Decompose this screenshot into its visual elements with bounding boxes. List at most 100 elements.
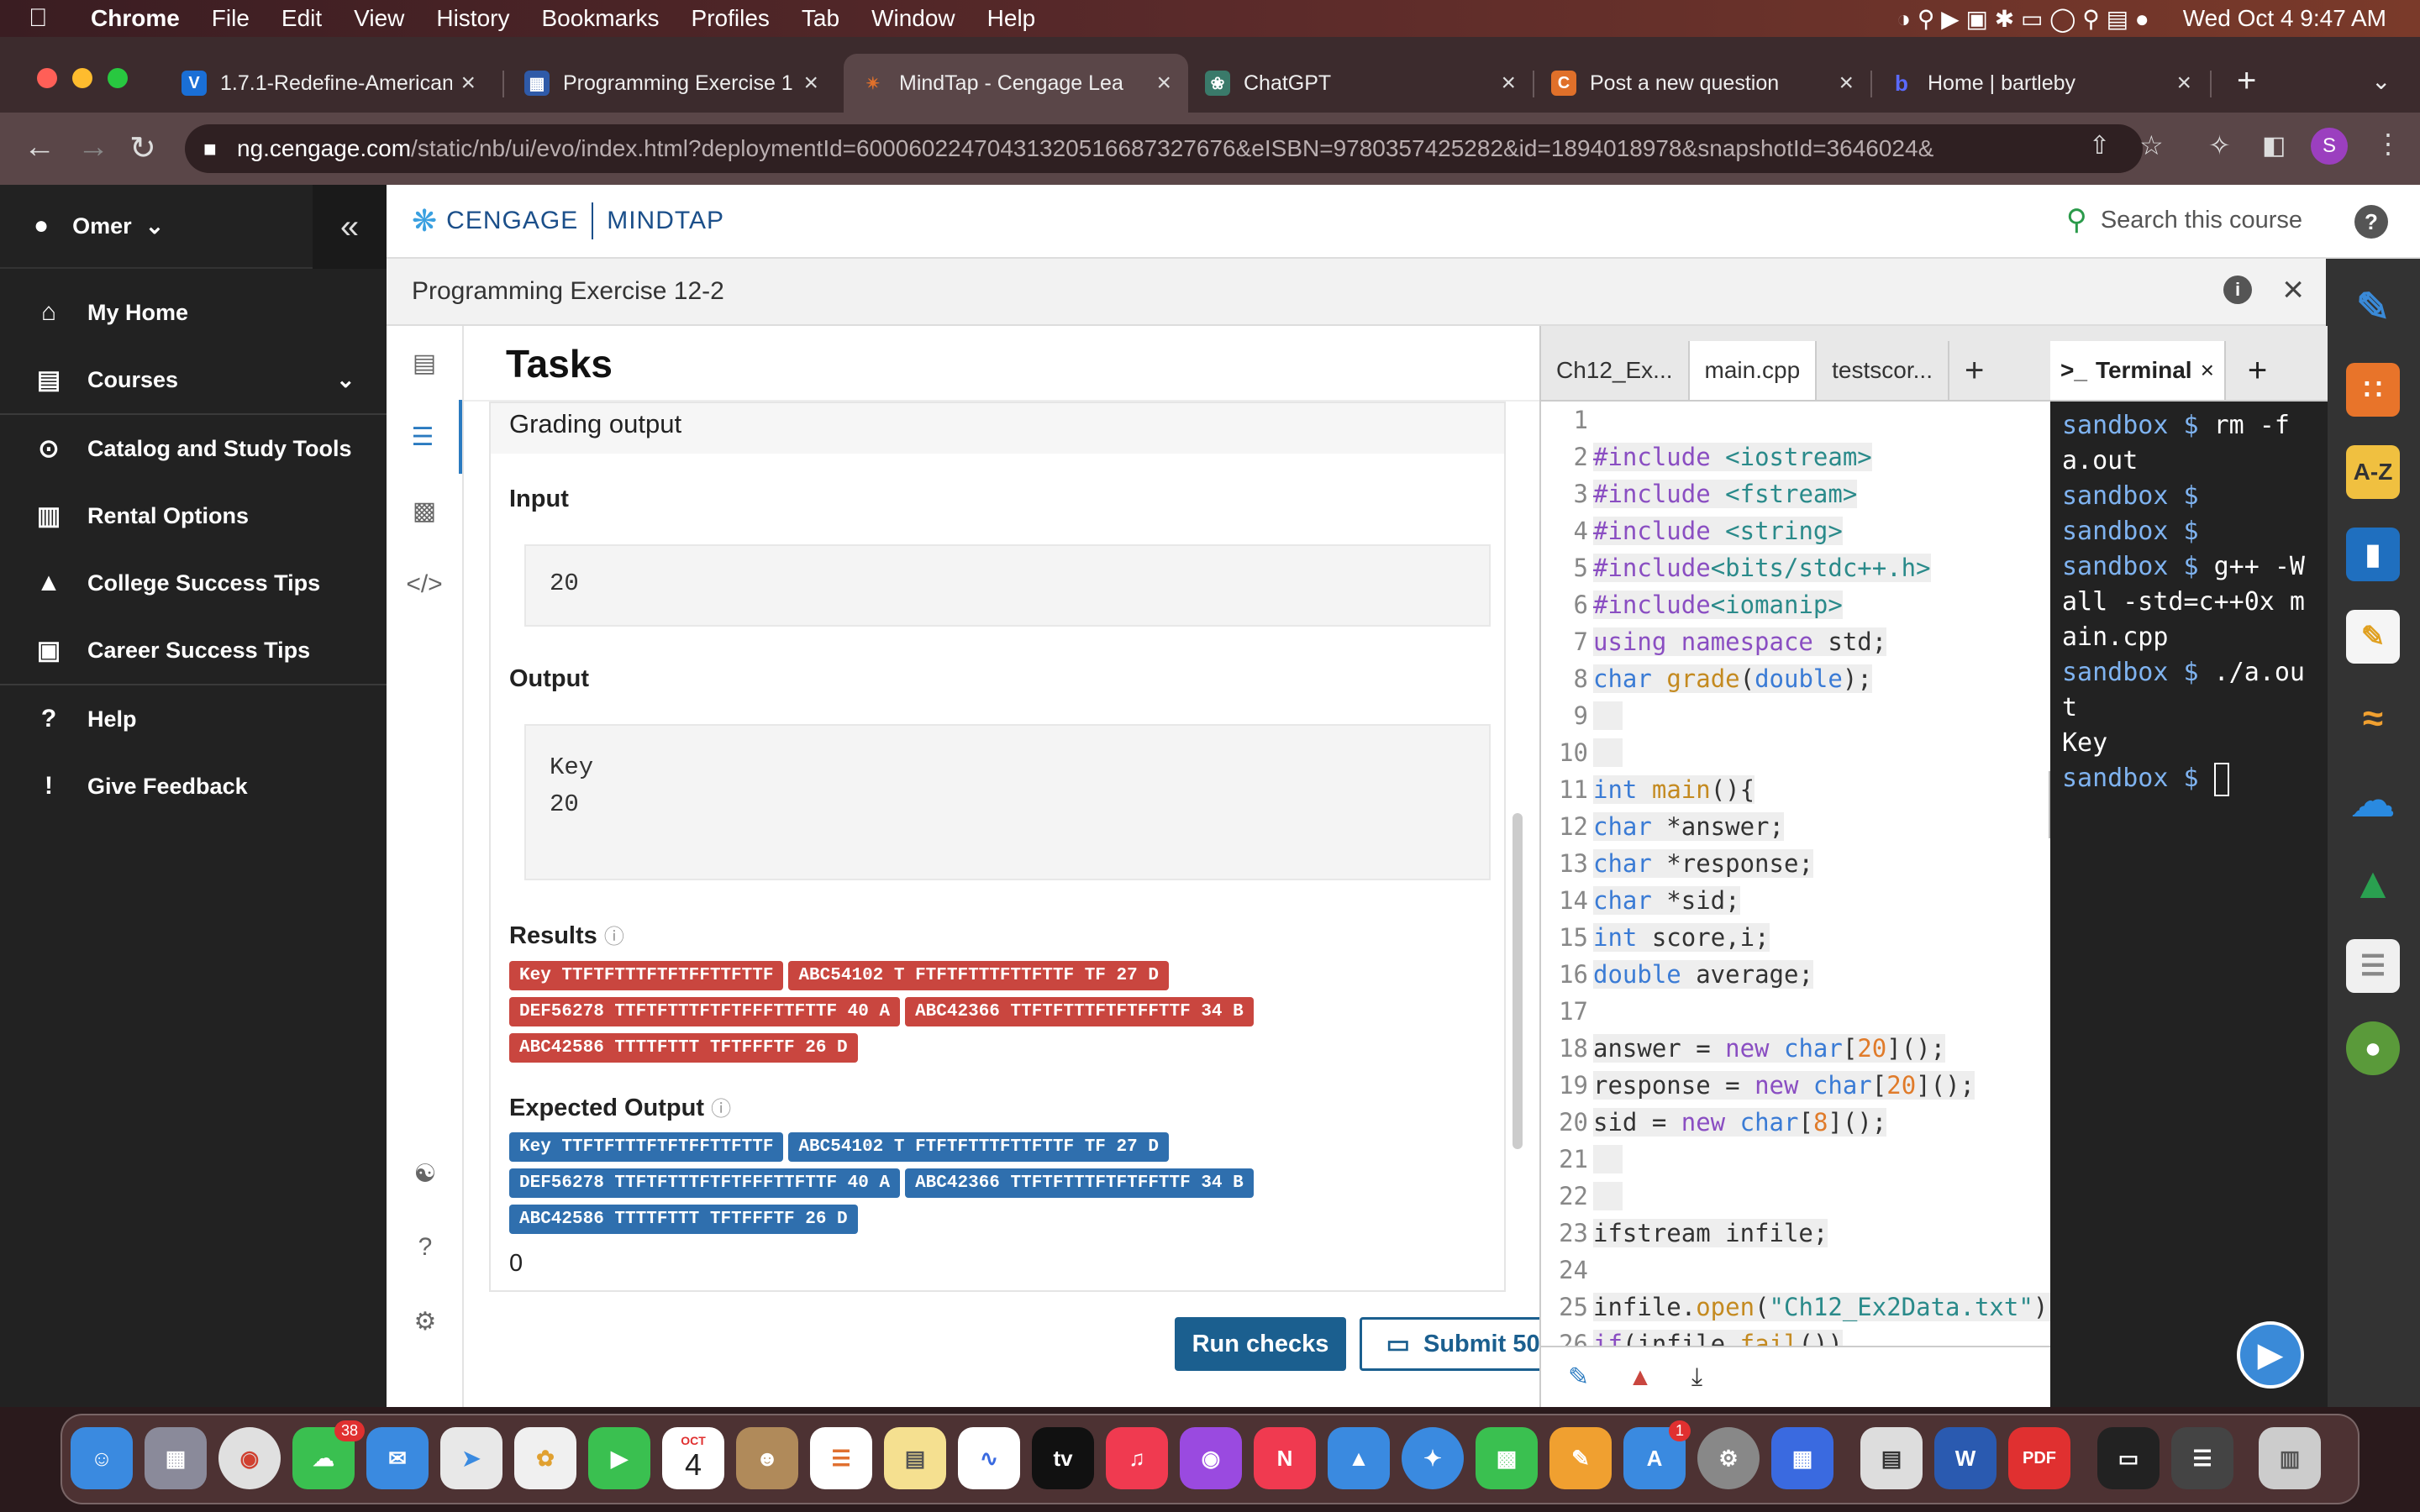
sidebar-item-my-home[interactable]: ⌂ My Home: [0, 279, 387, 346]
browser-tab-4[interactable]: ❀ ChatGPT ×: [1188, 54, 1533, 113]
bookmark-star-icon[interactable]: ☆: [2139, 129, 2164, 161]
pencil-icon[interactable]: ✎: [2346, 281, 2400, 334]
browser-tab-2[interactable]: ▦ Programming Exercise 1 ×: [508, 54, 835, 113]
sidebar-item-courses[interactable]: ▤ Courses ⌄: [0, 346, 387, 413]
share-icon[interactable]: ⇧: [2089, 131, 2110, 160]
menu-bookmarks[interactable]: Bookmarks: [541, 5, 659, 32]
menu-profiles[interactable]: Profiles: [692, 5, 770, 32]
course-search[interactable]: ⚲ Search this course: [2066, 203, 2302, 237]
calendar-icon[interactable]: OCT 4: [662, 1427, 724, 1489]
forward-icon[interactable]: →: [77, 129, 109, 165]
tab-close-icon[interactable]: ×: [1839, 69, 1854, 97]
menu-window[interactable]: Window: [871, 5, 955, 32]
settings-gear-icon[interactable]: ⚙: [387, 1284, 464, 1358]
dictionary-icon[interactable]: A-Z: [2346, 445, 2400, 499]
sidebar-item-help[interactable]: ? Help: [0, 685, 387, 753]
reminders-icon[interactable]: ☰: [810, 1427, 872, 1489]
podcasts-icon[interactable]: ◉: [1180, 1427, 1242, 1489]
tab-search-chevron-icon[interactable]: ⌄: [2371, 67, 2391, 95]
maps-icon[interactable]: ➤: [440, 1427, 502, 1489]
trash-icon[interactable]: ▲: [1628, 1363, 1653, 1392]
menu-history[interactable]: History: [436, 5, 509, 32]
readspeaker-icon[interactable]: ≈: [2346, 692, 2400, 746]
music-icon[interactable]: ♫: [1106, 1427, 1168, 1489]
extensions-icon[interactable]: ✧: [2208, 129, 2231, 161]
browser-tab-5[interactable]: C Post a new question ×: [1534, 54, 1870, 113]
safari-icon[interactable]: ✦: [1402, 1427, 1464, 1489]
facetime-icon[interactable]: ▶: [588, 1427, 650, 1489]
new-tab-icon[interactable]: +: [2237, 62, 2256, 100]
tab-close-icon[interactable]: ×: [803, 69, 818, 97]
apple-menu-icon[interactable]: : [29, 4, 62, 33]
new-terminal-icon[interactable]: +: [2225, 341, 2278, 400]
notebook-icon[interactable]: ▮: [2346, 528, 2400, 581]
profile-avatar[interactable]: S: [2311, 128, 2348, 165]
trash-icon[interactable]: ▥: [2259, 1427, 2321, 1489]
sidebar-item-feedback[interactable]: ! Give Feedback: [0, 753, 387, 820]
chrome-icon[interactable]: ◉: [218, 1427, 281, 1489]
tab-testscores[interactable]: testscor...: [1817, 341, 1949, 400]
window-close-icon[interactable]: [37, 68, 57, 88]
numbers-icon[interactable]: ▩: [1476, 1427, 1538, 1489]
launchpad-icon[interactable]: ▦: [145, 1427, 207, 1489]
cloud-icon[interactable]: ☁: [2346, 774, 2400, 828]
vnc-icon[interactable]: ▦: [1771, 1427, 1833, 1489]
browser-menu-icon[interactable]: ⋮: [2375, 128, 2402, 160]
pages-icon[interactable]: ✎: [1549, 1427, 1612, 1489]
tab-close-icon[interactable]: ×: [2176, 69, 2191, 97]
sidebar-item-catalog[interactable]: ⊙ Catalog and Study Tools: [0, 415, 387, 482]
notes-icon[interactable]: ▤: [884, 1427, 946, 1489]
help-icon[interactable]: ?: [2354, 205, 2388, 239]
run-checks-button[interactable]: Run checks: [1175, 1317, 1346, 1371]
run-play-icon[interactable]: ▶: [2237, 1321, 2304, 1389]
info-icon[interactable]: i: [2223, 276, 2252, 304]
window-thumbnail-icon[interactable]: ▭: [2097, 1427, 2160, 1489]
profile-circle-icon[interactable]: ●: [2346, 1021, 2400, 1075]
menu-tab[interactable]: Tab: [802, 5, 839, 32]
sidebar-item-career-tips[interactable]: ▣ Career Success Tips: [0, 617, 387, 684]
browser-tab-3-active[interactable]: ✴ MindTap - Cengage Lea ×: [844, 54, 1188, 113]
word-icon[interactable]: W: [1934, 1427, 1996, 1489]
contacts-icon[interactable]: ☻: [736, 1427, 798, 1489]
url-bar[interactable]: ■ ng.cengage.com/static/nb/ui/evo/index.…: [185, 124, 2143, 173]
side-panel-icon[interactable]: ◧: [2262, 131, 2286, 160]
sidebar-item-rental[interactable]: ▥ Rental Options: [0, 482, 387, 549]
cengage-mindtap-logo[interactable]: ❋ CENGAGE MINDTAP: [412, 202, 724, 239]
close-icon[interactable]: ×: [2282, 269, 2304, 311]
sidebar-item-college-tips[interactable]: ▲ College Success Tips: [0, 549, 387, 617]
browser-tab-6[interactable]: b Home | bartleby ×: [1872, 54, 2208, 113]
reload-icon[interactable]: ↻: [129, 129, 156, 167]
freeform-icon[interactable]: ∿: [958, 1427, 1020, 1489]
tab-close-icon[interactable]: ×: [1156, 69, 1171, 97]
download-icon[interactable]: ⤓: [1691, 1363, 1702, 1392]
rss-icon[interactable]: ∷: [2346, 363, 2400, 417]
status-icons[interactable]: ◑ ⚲ ▶ ▣ ✱ ▭ ◯ ⚲ ▤ ●: [1897, 5, 2149, 33]
chart-icon[interactable]: ▩: [387, 474, 462, 548]
window-minimize-icon[interactable]: [72, 68, 92, 88]
finder-icon[interactable]: ☺: [71, 1427, 133, 1489]
collapse-sidebar-icon[interactable]: «: [313, 185, 387, 269]
tab-main-cpp[interactable]: main.cpp: [1689, 341, 1818, 400]
tab-ch12-ex[interactable]: Ch12_Ex...: [1541, 341, 1690, 400]
menu-file[interactable]: File: [212, 5, 250, 32]
code-icon[interactable]: </>: [387, 548, 462, 622]
window-thumbnail-icon[interactable]: ☰: [2171, 1427, 2233, 1489]
tab-close-icon[interactable]: ×: [460, 69, 476, 97]
menu-view[interactable]: View: [354, 5, 404, 32]
tab-close-icon[interactable]: ×: [1501, 69, 1516, 97]
menu-edit[interactable]: Edit: [281, 5, 322, 32]
photos-icon[interactable]: ✿: [514, 1427, 576, 1489]
browser-tab-1[interactable]: V 1.7.1-Redefine-American ×: [165, 54, 492, 113]
terminal-output[interactable]: sandbox $ rm -f a.out sandbox $ sandbox …: [2050, 402, 2328, 803]
menu-app-name[interactable]: Chrome: [91, 5, 180, 32]
google-drive-icon[interactable]: ▲: [2346, 857, 2400, 911]
code-area[interactable]: 1 2 3 4 5 6 7 8 9 10 11 12 13 14 15 16 17 18 19 20 21 22 23 24 2…: [1541, 402, 2052, 1346]
add-file-icon[interactable]: +: [1949, 341, 1999, 400]
mail-icon[interactable]: ✉: [366, 1427, 429, 1489]
keynote-icon[interactable]: ▲: [1328, 1427, 1390, 1489]
close-icon[interactable]: ×: [2201, 357, 2214, 384]
edit-pencil-icon[interactable]: ✎: [1568, 1362, 1589, 1392]
notes-icon[interactable]: ✎: [2346, 610, 2400, 664]
tab-terminal[interactable]: >_ Terminal ×: [2050, 341, 2226, 400]
preview-icon[interactable]: ▤: [1860, 1427, 1923, 1489]
